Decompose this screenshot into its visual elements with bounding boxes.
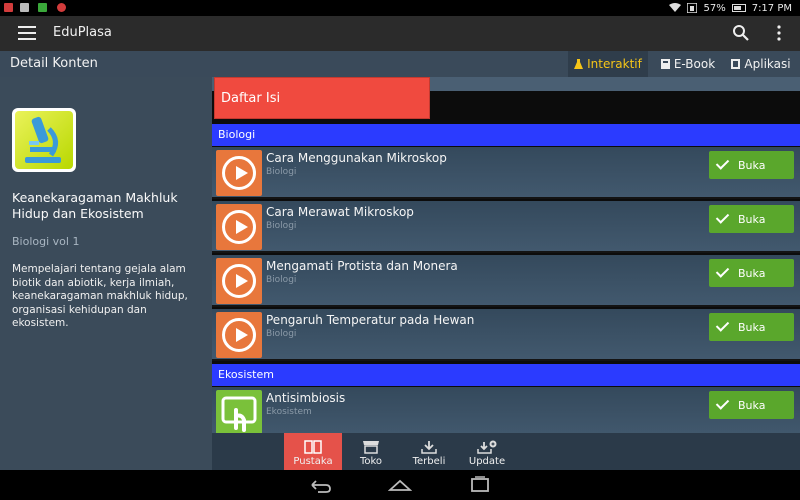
open-button[interactable]: Buka: [709, 151, 794, 179]
recents-icon[interactable]: [468, 476, 492, 494]
check-icon: [715, 210, 730, 224]
status-bar: 57% 7:17 PM: [0, 0, 800, 16]
item-category: Biologi: [266, 167, 297, 177]
back-icon[interactable]: [308, 476, 332, 494]
list-item[interactable]: Cara Merawat Mikroskop Biologi Buka: [212, 201, 800, 253]
touch-icon: [221, 396, 257, 432]
nav-toko[interactable]: Toko: [342, 433, 400, 470]
open-button-label: Buka: [738, 266, 766, 280]
store-icon: [363, 441, 379, 454]
nav-label: Pustaka: [293, 456, 333, 467]
detail-header: Detail Konten Interaktif E-Book Aplikasi: [0, 51, 800, 77]
nav-label: Update: [468, 456, 506, 467]
play-icon: [222, 264, 256, 298]
play-icon: [222, 318, 256, 352]
toc-header: Daftar Isi: [214, 77, 430, 119]
open-button-label: Buka: [738, 398, 766, 412]
more-vert-icon[interactable]: [772, 24, 786, 42]
open-button-label: Buka: [738, 212, 766, 226]
play-icon: [222, 210, 256, 244]
tab-interaktif[interactable]: Interaktif: [568, 51, 648, 77]
tab-ebook[interactable]: E-Book: [656, 51, 720, 77]
book-title: Keanekaragaman Makhluk Hidup dan Ekosist…: [12, 190, 178, 221]
notification-alert-icon: [57, 3, 66, 12]
nav-label: Terbeli: [412, 456, 446, 467]
nav-update[interactable]: Update: [458, 433, 516, 470]
open-button[interactable]: Buka: [709, 259, 794, 287]
status-indicators: 57% 7:17 PM: [669, 1, 792, 15]
item-category: Biologi: [266, 221, 297, 231]
play-icon: [222, 156, 256, 190]
book-cover: [12, 108, 76, 172]
microscope-icon: [25, 116, 61, 163]
notification-gmail-icon: [4, 3, 13, 12]
check-icon: [715, 318, 730, 332]
item-title: Mengamati Protista dan Monera: [266, 259, 458, 273]
open-button-label: Buka: [738, 320, 766, 334]
video-thumbnail: [216, 312, 262, 358]
open-button-label: Buka: [738, 158, 766, 172]
item-title: Cara Merawat Mikroskop: [266, 205, 414, 219]
item-category: Biologi: [266, 275, 297, 285]
app-bar: EduPlasa: [0, 16, 800, 51]
book-details-panel: Keanekaragaman Makhluk Hidup dan Ekosist…: [0, 77, 212, 433]
open-button[interactable]: Buka: [709, 391, 794, 419]
bottom-nav-left-filler: [0, 433, 212, 470]
library-icon: [304, 440, 322, 454]
tab-aplikasi-label: Aplikasi: [744, 57, 791, 71]
check-icon: [715, 264, 730, 278]
list-item[interactable]: Cara Menggunakan Mikroskop Biologi Buka: [212, 147, 800, 199]
app-icon: [731, 59, 741, 69]
tab-ebook-label: E-Book: [673, 57, 716, 71]
open-button[interactable]: Buka: [709, 205, 794, 233]
nav-terbeli[interactable]: Terbeli: [400, 433, 458, 470]
app-title: EduPlasa: [53, 25, 112, 40]
check-icon: [715, 156, 730, 170]
tab-interaktif-label: Interaktif: [587, 57, 642, 71]
update-icon: [477, 440, 497, 454]
notification-app-icon: [20, 3, 29, 12]
battery-icon: [731, 4, 746, 12]
item-title: Pengaruh Temperatur pada Hewan: [266, 313, 475, 327]
clock: 7:17 PM: [751, 2, 792, 14]
section-header-ekosistem: Ekosistem: [212, 364, 800, 386]
book-icon: [660, 59, 670, 69]
home-icon[interactable]: [388, 476, 412, 494]
check-icon: [715, 396, 730, 410]
battery-percent: 57%: [703, 2, 726, 14]
table-of-contents[interactable]: Daftar Isi Biologi Cara Menggunakan Mikr…: [212, 77, 800, 433]
system-navigation-bar: [0, 470, 800, 500]
section-label: Ekosistem: [218, 368, 274, 381]
wifi-icon: [669, 3, 682, 12]
bottom-navigation: Pustaka Toko Terbeli Update: [0, 433, 800, 470]
book-subtitle: Biologi vol 1: [12, 235, 80, 248]
toc-label: Daftar Isi: [221, 91, 281, 106]
open-button[interactable]: Buka: [709, 313, 794, 341]
list-item[interactable]: Mengamati Protista dan Monera Biologi Bu…: [212, 255, 800, 307]
item-title: Cara Menggunakan Mikroskop: [266, 151, 447, 165]
tab-aplikasi[interactable]: Aplikasi: [728, 51, 794, 77]
section-label: Biologi: [218, 128, 256, 141]
notification-mail-icon: [38, 3, 47, 12]
touch-thumbnail: [216, 390, 262, 433]
list-item[interactable]: Pengaruh Temperatur pada Hewan Biologi B…: [212, 309, 800, 361]
nav-label: Toko: [359, 456, 383, 467]
flask-icon: [574, 58, 584, 69]
video-thumbnail: [216, 150, 262, 196]
download-icon: [421, 441, 437, 454]
search-icon[interactable]: [732, 24, 750, 42]
video-thumbnail: [216, 204, 262, 250]
item-category: Ekosistem: [266, 407, 312, 417]
video-thumbnail: [216, 258, 262, 304]
book-description: Mempelajari tentang gejala alam biotik d…: [12, 263, 188, 329]
signal-icon: [687, 3, 698, 13]
list-item[interactable]: Antisimbiosis Ekosistem Buka: [212, 387, 800, 433]
nav-pustaka[interactable]: Pustaka: [284, 433, 342, 470]
hamburger-menu-icon[interactable]: [18, 26, 36, 40]
item-category: Biologi: [266, 329, 297, 339]
section-header-biologi: Biologi: [212, 124, 800, 146]
detail-title: Detail Konten: [10, 56, 98, 71]
item-title: Antisimbiosis: [266, 391, 346, 405]
